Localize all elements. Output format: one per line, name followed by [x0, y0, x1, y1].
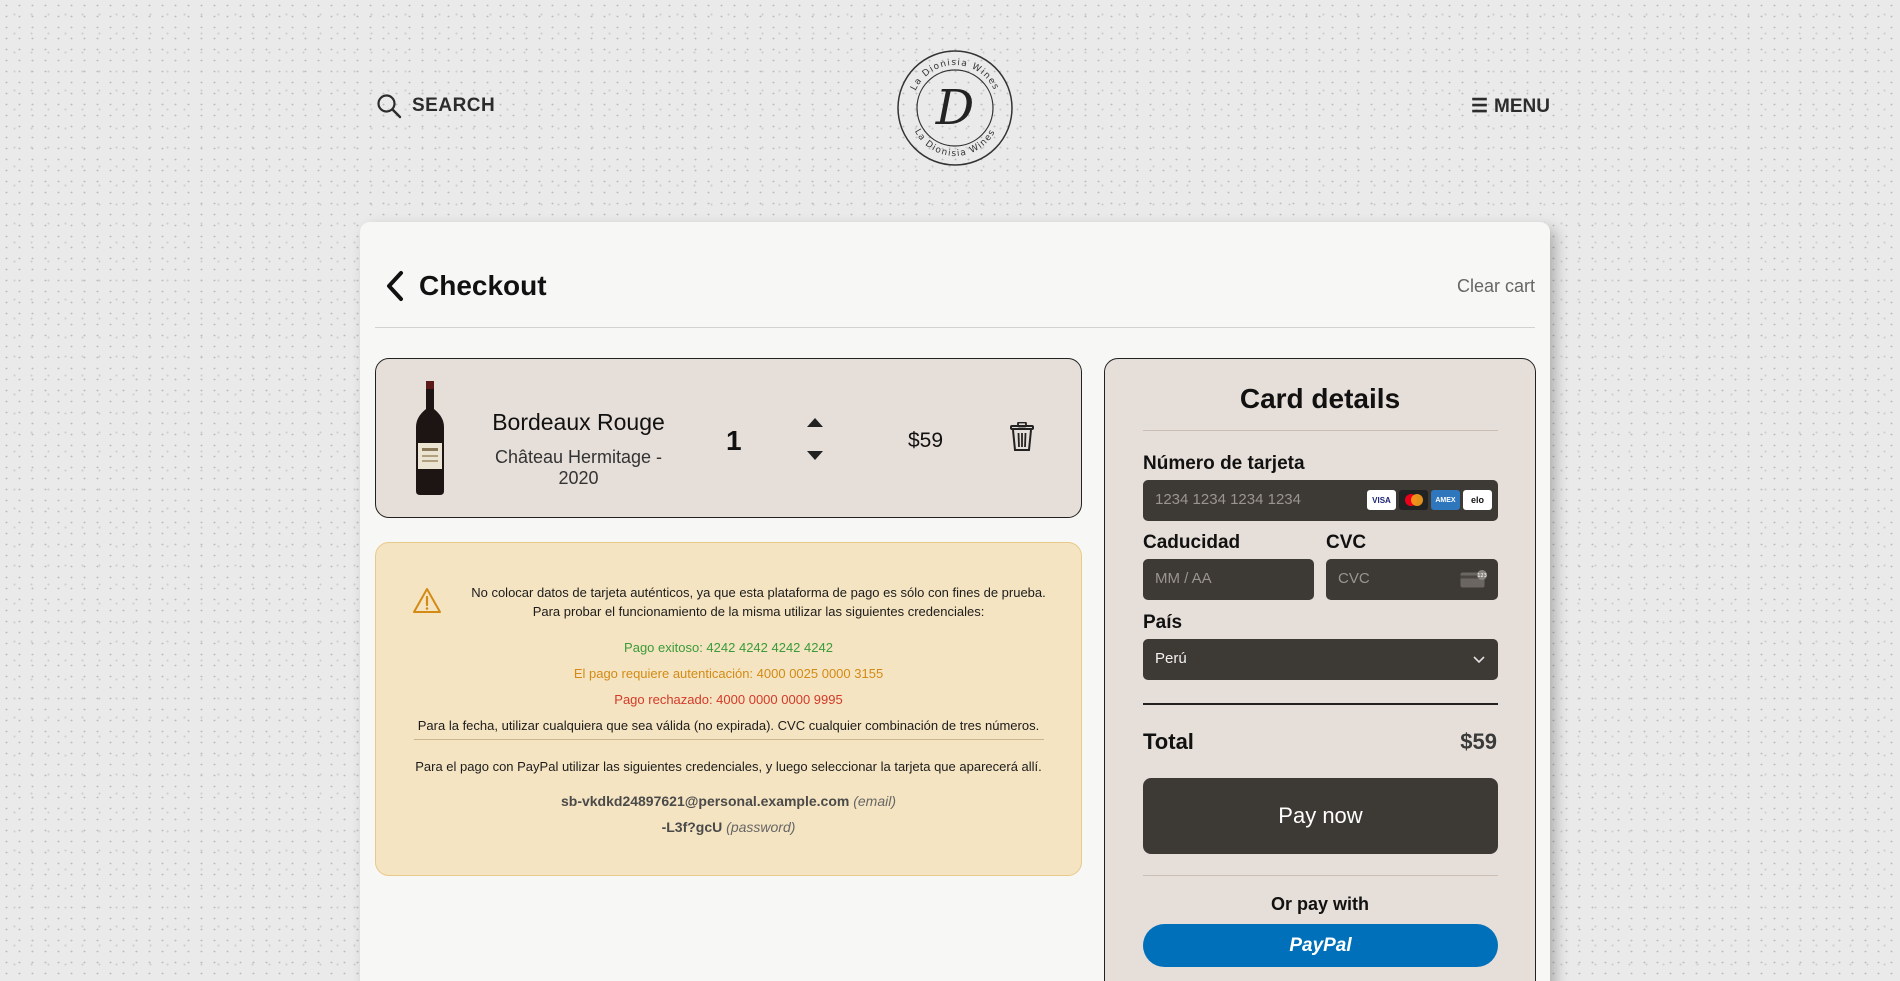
total-value: $59 [1460, 729, 1497, 754]
checkout-card: Checkout Clear cart Bordeaux Rouge Châte… [360, 222, 1550, 981]
chevron-left-icon [387, 271, 403, 301]
trash-icon[interactable] [1010, 422, 1034, 452]
menu-label: MENU [1494, 95, 1550, 117]
card-number-input[interactable]: 1234 1234 1234 1234 VISA AMEX elo [1143, 480, 1498, 521]
clear-cart-button[interactable]: Clear cart [1457, 276, 1535, 297]
quantity-value: 1 [726, 425, 742, 456]
card-brand-list: VISA AMEX elo [1367, 490, 1492, 510]
expiry-placeholder: MM / AA [1155, 570, 1212, 587]
success-card-text: Pago exitoso: 4242 4242 4242 4242 [624, 640, 833, 655]
notice-text-line2: Para probar el funcionamiento de la mism… [532, 604, 985, 619]
search-icon [377, 94, 402, 119]
decrease-quantity-icon[interactable] [806, 449, 824, 461]
total-divider [1143, 703, 1498, 705]
paypal-button[interactable]: PayPal [1143, 924, 1498, 967]
checkout-header: Checkout Clear cart [375, 262, 1535, 328]
item-price: $59 [908, 429, 944, 452]
paypal-password-value: -L3f?gcU [661, 819, 723, 835]
chevron-down-icon [1473, 656, 1485, 664]
cart-item: Bordeaux Rouge Château Hermitage - 2020 … [375, 358, 1082, 518]
notice-divider [414, 739, 1044, 740]
visa-icon: VISA [1367, 490, 1396, 510]
country-label: País [1143, 612, 1183, 633]
mastercard-icon [1399, 490, 1428, 510]
or-pay-with-label: Or pay with [1270, 894, 1369, 914]
rejected-card-text: Pago rechazado: 4000 0000 0000 9995 [614, 692, 843, 707]
logo-letter: D [935, 80, 974, 136]
paypal-email-value: sb-vkdkd24897621@personal.example.com [560, 793, 850, 809]
product-name: Bordeaux Rouge [492, 409, 665, 435]
brand-logo[interactable]: La Dionisia Wines La Dionisia Wines D [896, 49, 1014, 167]
cvc-label: CVC [1326, 532, 1367, 553]
cvc-input[interactable]: CVC 123 [1326, 559, 1498, 600]
cvc-placeholder: CVC [1338, 570, 1370, 587]
paypal-note-text: Para el pago con PayPal utilizar las sig… [415, 759, 1042, 774]
date-note-text: Para la fecha, utilizar cualquiera que s… [417, 718, 1040, 733]
amex-icon: AMEX [1431, 490, 1460, 510]
paypal-password-tag: (password) [726, 819, 796, 835]
paypal-email-tag: (email) [853, 793, 897, 809]
card-details-panel: Card details Número de tarjeta 1234 1234… [1104, 358, 1536, 981]
warning-icon [413, 588, 441, 613]
pay-now-button[interactable]: Pay now [1143, 778, 1498, 854]
paypal-email-line: sb-vkdkd24897621@personal.example.com (e… [376, 793, 1081, 809]
wine-bottle-image [416, 381, 444, 495]
expiry-input[interactable]: MM / AA [1143, 559, 1314, 600]
menu-button[interactable]: ☰ MENU [1471, 95, 1550, 118]
product-subtitle: Château Hermitage - 2020 [494, 447, 663, 488]
country-select[interactable]: Perú [1143, 639, 1498, 680]
card-details-title: Card details [1239, 383, 1401, 414]
hamburger-icon: ☰ [1471, 96, 1489, 117]
auth-card-text: El pago requiere autenticación: 4000 002… [573, 666, 884, 681]
panel-divider [1143, 430, 1498, 431]
back-button[interactable]: Checkout [385, 270, 547, 302]
notice-text-line1: No colocar datos de tarjeta auténticos, … [471, 585, 1046, 600]
search-button[interactable]: SEARCH [376, 93, 495, 119]
cvc-card-icon: 123 [1460, 570, 1487, 588]
total-label: Total [1143, 729, 1194, 754]
paypal-password-line: -L3f?gcU (password) [376, 819, 1081, 835]
increase-quantity-icon[interactable] [806, 417, 824, 429]
card-number-label: Número de tarjeta [1143, 453, 1305, 474]
test-payment-notice: No colocar datos de tarjeta auténticos, … [375, 542, 1082, 876]
svg-text:123: 123 [1477, 573, 1487, 579]
elo-icon: elo [1463, 490, 1492, 510]
page-title: Checkout [419, 270, 547, 301]
country-selected-value: Perú [1155, 650, 1187, 667]
site-header: SEARCH La Dionisia Wines La Dionisia Win… [0, 0, 1900, 200]
payment-divider [1143, 875, 1498, 876]
expiry-label: Caducidad [1143, 532, 1241, 553]
search-label: SEARCH [412, 95, 496, 116]
card-number-placeholder: 1234 1234 1234 1234 [1155, 491, 1301, 508]
